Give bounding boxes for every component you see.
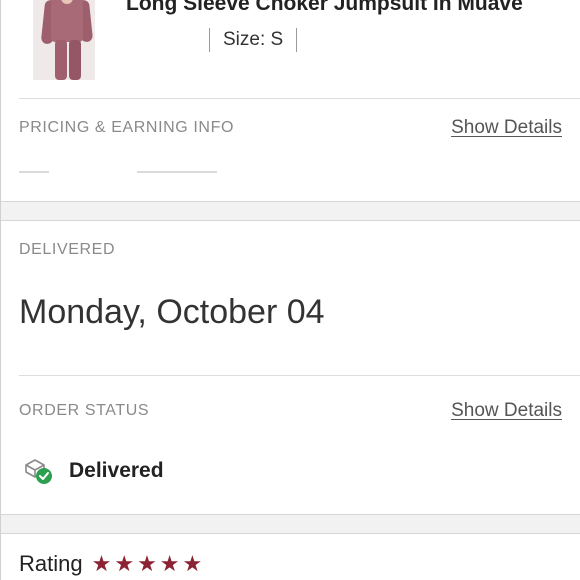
- product-thumbnail[interactable]: [33, 0, 95, 80]
- star-icon: ★: [91, 551, 112, 576]
- delivered-date: Monday, October 04: [19, 293, 325, 331]
- pricing-section-label: PRICING & EARNING INFO: [19, 119, 234, 136]
- divider: [296, 28, 298, 52]
- star-icon: ★: [114, 551, 135, 576]
- section-separator: [1, 201, 580, 221]
- product-summary: Long Sleeve Choker Jumpsuit In Muave Siz…: [1, 0, 580, 99]
- order-status-show-details-link[interactable]: Show Details: [451, 400, 562, 422]
- rating-stars: ★ ★ ★ ★ ★: [92, 553, 206, 575]
- rating-label: Rating: [19, 551, 83, 576]
- star-icon: ★: [137, 551, 157, 576]
- delivered-section-label: DELIVERED: [19, 241, 116, 258]
- delivered-package-check-icon: [23, 456, 53, 486]
- order-status-value: Delivered: [69, 459, 164, 482]
- section-separator: [1, 514, 580, 534]
- divider: [19, 98, 580, 99]
- size-row: Size: S: [209, 27, 298, 53]
- rating-row: Rating ★ ★ ★ ★ ★: [19, 551, 205, 577]
- divider: [19, 375, 580, 376]
- pricing-show-details-link[interactable]: Show Details: [451, 117, 562, 139]
- star-icon: ★: [159, 551, 180, 576]
- obscured-pricing-line: [19, 171, 219, 175]
- divider: [209, 28, 210, 52]
- order-status-row: Delivered: [23, 456, 164, 486]
- size-label: Size: S: [223, 29, 284, 50]
- order-status-section-label: ORDER STATUS: [19, 402, 150, 419]
- star-icon: ★: [182, 551, 203, 576]
- product-title: Long Sleeve Choker Jumpsuit In Muave: [126, 0, 523, 15]
